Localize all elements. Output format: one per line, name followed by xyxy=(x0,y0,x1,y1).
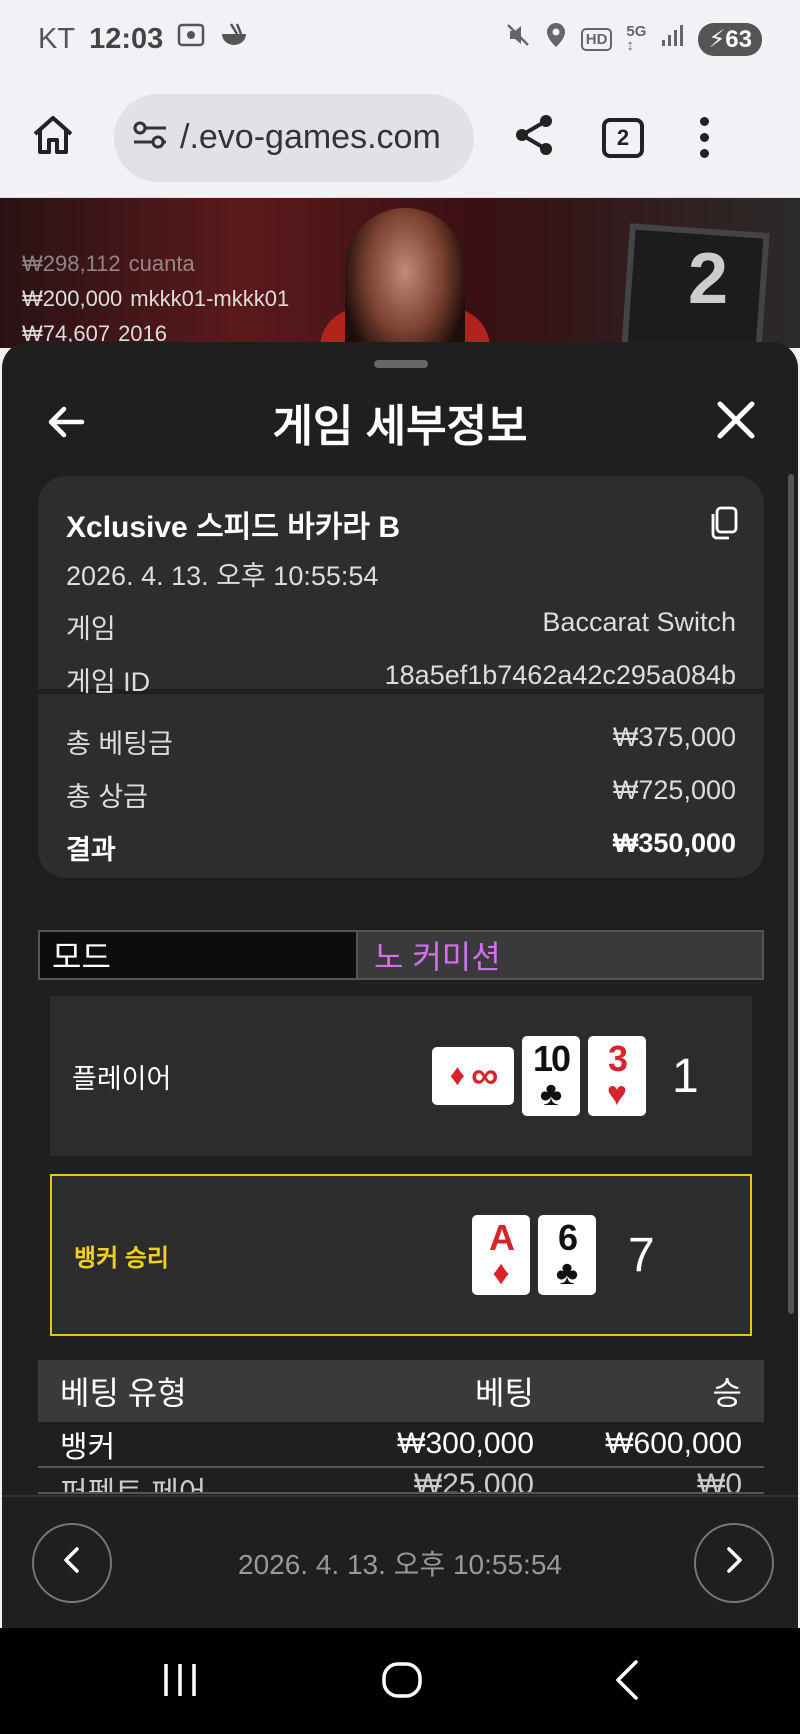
location-icon xyxy=(545,21,567,57)
winner-row: ₩298,112 cuanta xyxy=(22,251,195,276)
game-date: 2026. 4. 13. 오후 10:55:54 xyxy=(66,561,379,591)
banker-cards: A ♦ 6 ♣ xyxy=(472,1215,596,1295)
bet-table-header: 베팅 유형 베팅 승 xyxy=(38,1360,764,1422)
footer-date: 2026. 4. 13. 오후 10:55:54 xyxy=(238,1548,562,1580)
dealer xyxy=(345,208,465,348)
clock: 12:03 xyxy=(89,22,164,55)
screenshot-icon xyxy=(177,22,205,56)
game-info-card: Xclusive 스피드 바카라 B 2026. 4. 13. 오후 10:55… xyxy=(38,476,764,878)
game-id-row: 게임 ID 18a5ef1b7462a42c295a084b xyxy=(66,660,736,697)
mode-value: 노 커미션 xyxy=(358,932,762,978)
board-number: 2 xyxy=(688,239,729,319)
url-text: /.evo-games.com xyxy=(180,118,441,156)
battery-indicator: ⚡63 xyxy=(698,22,762,56)
scrollbar[interactable] xyxy=(788,474,794,1314)
copy-button[interactable] xyxy=(708,506,738,540)
game-details-sheet: 게임 세부정보 Xclusive 스피드 바카라 B 2026. 4. 13. … xyxy=(2,342,798,1628)
tabs-button[interactable]: 2 xyxy=(602,117,644,158)
site-settings-icon[interactable] xyxy=(132,120,168,155)
winners-list: ₩298,112 cuanta ₩200,000 mkkk01-mkkk01 ₩74… xyxy=(22,246,289,351)
more-button[interactable] xyxy=(694,117,714,158)
sheet-header: 게임 세부정보 xyxy=(2,382,798,462)
chevron-left-icon xyxy=(60,1545,84,1580)
player-card: ♦ ∞ xyxy=(432,1047,514,1105)
chevron-right-icon xyxy=(722,1545,746,1580)
mode-row: 모드 노 커미션 xyxy=(38,930,764,980)
round-navigation: 2026. 4. 13. 오후 10:55:54 xyxy=(2,1495,798,1628)
drag-handle[interactable] xyxy=(374,360,428,368)
winner-row: ₩200,000 mkkk01-mkkk01 xyxy=(22,286,290,311)
back-arrow-icon xyxy=(44,406,88,448)
game-name: Xclusive 스피드 바카라 B xyxy=(66,511,401,544)
banker-card: A ♦ xyxy=(472,1215,530,1295)
previous-round-button[interactable] xyxy=(32,1522,112,1603)
player-hand: 플레이어 ♦ ∞ 10 ♣ 3 ♥ 1 xyxy=(50,996,752,1156)
player-cards: ♦ ∞ 10 ♣ 3 ♥ xyxy=(432,1036,646,1116)
carrier: KT xyxy=(38,22,76,55)
close-button[interactable] xyxy=(714,398,758,442)
banker-score: 7 xyxy=(628,1228,655,1282)
banker-label: 뱅커 승리 xyxy=(74,1244,169,1272)
home-button[interactable] xyxy=(22,107,84,169)
share-button[interactable] xyxy=(504,108,564,168)
player-score: 1 xyxy=(672,1049,699,1103)
5g-icon: 5G ↕ xyxy=(626,23,647,54)
system-navigation-bar xyxy=(0,1628,800,1734)
tab-count: 2 xyxy=(616,124,630,150)
bet-table: 베팅 유형 베팅 승 뱅커 ₩300,000 ₩600,000 퍼펙트 페어 ₩… xyxy=(38,1360,764,1494)
total-win-row: 총 상금 ₩725,000 xyxy=(66,775,736,812)
banker-card: 6 ♣ xyxy=(538,1215,596,1295)
recents-button[interactable] xyxy=(160,1658,200,1707)
player-card: 10 ♣ xyxy=(522,1036,580,1116)
copy-icon xyxy=(708,506,738,544)
share-icon xyxy=(512,113,556,162)
more-icon xyxy=(699,117,709,126)
table-row: 뱅커 ₩300,000 ₩600,000 xyxy=(38,1422,764,1468)
next-round-button[interactable] xyxy=(694,1522,774,1603)
noodle-icon xyxy=(219,22,249,56)
result-row: 결과 ₩350,000 xyxy=(66,828,736,865)
total-bet-row: 총 베팅금 ₩375,000 xyxy=(66,722,736,759)
mode-label: 모드 xyxy=(40,932,358,978)
back-button[interactable] xyxy=(44,400,88,444)
browser-toolbar: /.evo-games.com 2 xyxy=(0,78,800,198)
hd-icon: HD xyxy=(580,27,613,51)
back-nav-button[interactable] xyxy=(612,1658,642,1707)
table-row: 퍼펙트 페어 ₩25,000 ₩0 xyxy=(38,1468,764,1494)
banker-hand: 뱅커 승리 A ♦ 6 ♣ 7 xyxy=(50,1174,752,1336)
mute-icon xyxy=(505,22,531,56)
close-icon xyxy=(714,401,758,446)
home-icon xyxy=(31,114,75,161)
signal-icon xyxy=(660,23,684,56)
game-row: 게임 Baccarat Switch xyxy=(66,607,736,644)
player-card: 3 ♥ xyxy=(588,1036,646,1116)
address-bar[interactable]: /.evo-games.com xyxy=(114,93,474,182)
home-nav-button[interactable] xyxy=(380,1658,424,1707)
sheet-title: 게임 세부정보 xyxy=(272,402,528,451)
status-bar: KT 12:03 HD 5G ↕ ⚡63 xyxy=(0,0,800,78)
player-label: 플레이어 xyxy=(72,1063,172,1094)
